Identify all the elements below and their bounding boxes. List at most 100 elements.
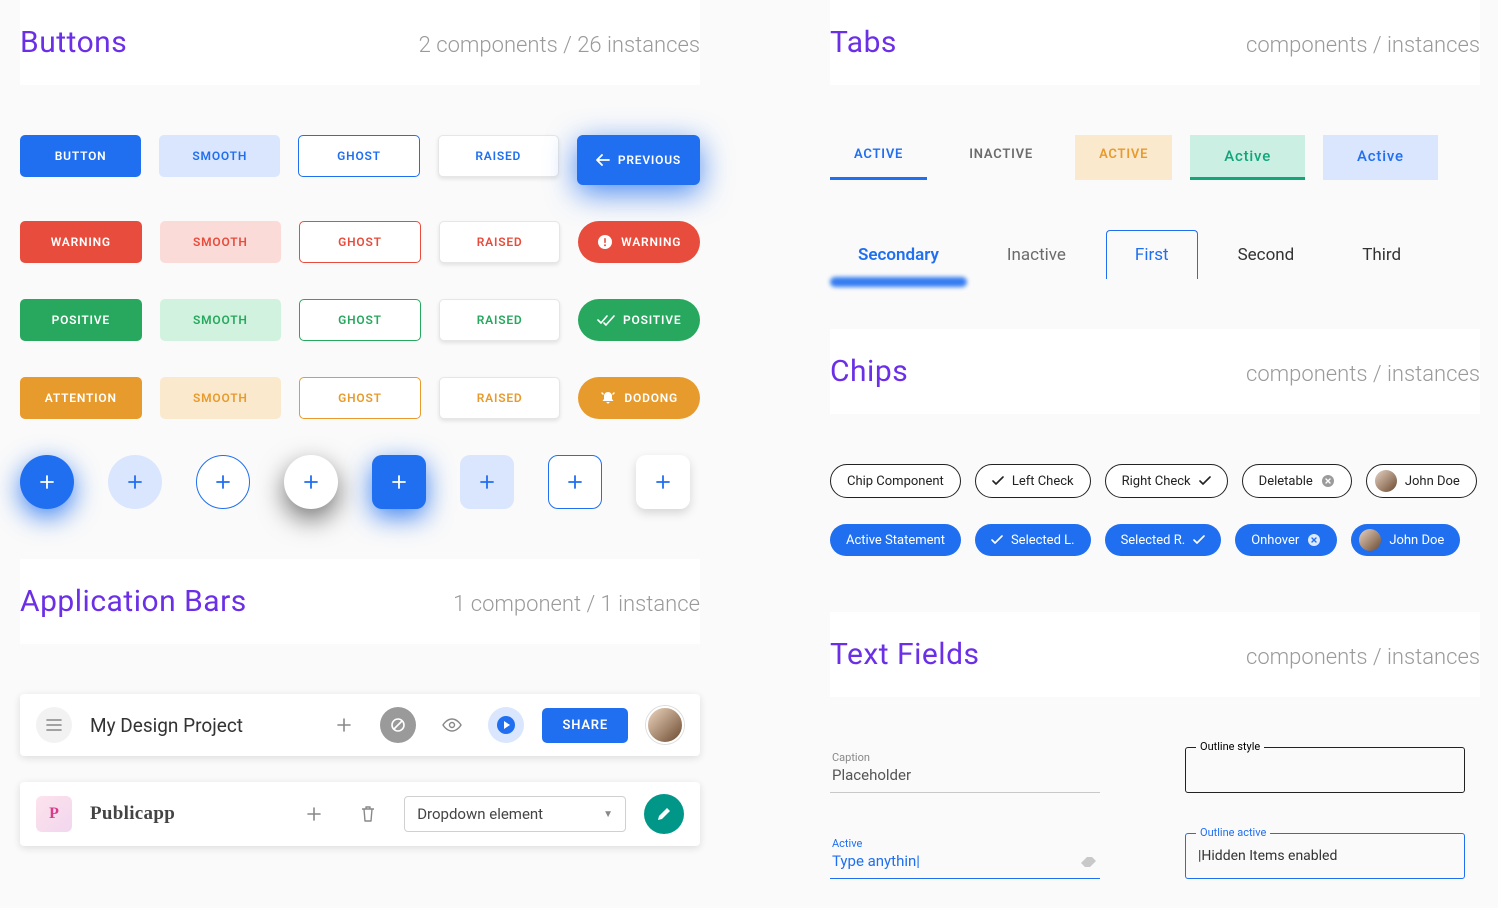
tab-third[interactable]: Third	[1334, 231, 1429, 279]
plus-icon	[126, 473, 144, 491]
textfield-outline[interactable]: Outline style	[1185, 747, 1465, 793]
button-warning-filled[interactable]: WARNING	[20, 221, 142, 263]
close-icon[interactable]	[1307, 533, 1321, 547]
pencil-icon	[656, 806, 672, 822]
button-primary-ghost[interactable]: GHOST	[298, 135, 419, 177]
plus-icon	[302, 473, 320, 491]
chip-right-check[interactable]: Right Check	[1105, 464, 1228, 498]
button-positive-filled[interactable]: POSITIVE	[20, 299, 142, 341]
icon-button-smooth[interactable]	[108, 455, 162, 509]
chip-avatar[interactable]: John Doe	[1366, 464, 1477, 498]
textfield-label: Outline style	[1196, 740, 1264, 753]
chip-component[interactable]: Chip Component	[830, 464, 961, 498]
icon-button-square-outline[interactable]	[548, 455, 602, 509]
visibility-button[interactable]	[434, 707, 470, 743]
tab-yellow-active[interactable]: ACTIVE	[1075, 135, 1172, 180]
share-button[interactable]: SHARE	[542, 708, 628, 743]
icon-button-outline[interactable]	[196, 455, 250, 509]
textfield-active[interactable]: Active Type anythin|	[830, 833, 1100, 879]
avatar[interactable]	[646, 706, 684, 744]
tab-lightblue-active[interactable]: Active	[1323, 135, 1438, 180]
textfield-value: Type anythin|	[832, 852, 1098, 870]
icon-button-square-filled-glow[interactable]	[372, 455, 426, 509]
add-button[interactable]	[326, 707, 362, 743]
eye-icon	[442, 718, 462, 732]
block-button[interactable]	[380, 707, 416, 743]
button-attention-smooth[interactable]: SMOOTH	[160, 377, 282, 419]
button-attention-raised[interactable]: RAISED	[439, 377, 561, 419]
button-warning-badge[interactable]: WARNING	[578, 221, 700, 263]
appbar-title: My Design Project	[90, 714, 308, 737]
close-icon[interactable]	[1321, 474, 1335, 488]
edit-fab[interactable]	[644, 794, 684, 834]
eraser-icon[interactable]	[1080, 856, 1096, 868]
tab-active[interactable]: ACTIVE	[830, 135, 927, 180]
button-warning-ghost[interactable]: GHOST	[299, 221, 421, 263]
menu-button[interactable]	[36, 707, 72, 743]
check-double-icon	[597, 314, 615, 326]
button-positive-badge[interactable]: POSITIVE	[578, 299, 700, 341]
section-header-textfields: Text Fields components / instances	[830, 612, 1480, 697]
tab-secondary[interactable]: Secondary	[830, 231, 967, 279]
icon-button-square-smooth[interactable]	[460, 455, 514, 509]
button-positive-ghost[interactable]: GHOST	[299, 299, 421, 341]
avatar-icon	[1359, 529, 1381, 551]
button-label: POSITIVE	[623, 313, 681, 327]
chip-label: John Doe	[1405, 474, 1460, 489]
button-attention-badge[interactable]: DODONG	[578, 377, 700, 419]
section-title: Chips	[830, 354, 908, 389]
tab-first[interactable]: First	[1106, 230, 1198, 279]
avatar-icon	[1375, 470, 1397, 492]
button-positive-smooth[interactable]: SMOOTH	[160, 299, 282, 341]
delete-button[interactable]	[350, 796, 386, 832]
icon-button-square-raised[interactable]	[636, 455, 690, 509]
dropdown-element[interactable]: Dropdown element ▼	[404, 796, 626, 832]
button-primary-filled[interactable]: BUTTON	[20, 135, 141, 177]
button-primary-raised[interactable]: RAISED	[438, 135, 559, 177]
button-warning-raised[interactable]: RAISED	[439, 221, 561, 263]
chip-selected-left[interactable]: Selected L.	[975, 524, 1091, 556]
button-primary-smooth[interactable]: SMOOTH	[159, 135, 280, 177]
play-button[interactable]	[488, 707, 524, 743]
section-meta: 2 components / 26 instances	[419, 33, 700, 58]
arrow-left-icon	[596, 154, 610, 166]
tab-inactive[interactable]: Inactive	[979, 231, 1094, 279]
add-button[interactable]	[296, 796, 332, 832]
textfield-value: |Hidden Items enabled	[1198, 848, 1452, 864]
appbar-title: Publicapp	[90, 803, 278, 825]
chip-deletable[interactable]: Deletable	[1242, 464, 1352, 498]
chip-onhover[interactable]: Onhover	[1235, 524, 1337, 556]
chip-selected-right[interactable]: Selected R.	[1105, 524, 1222, 556]
chip-active-statement[interactable]: Active Statement	[830, 524, 961, 556]
chip-left-check[interactable]: Left Check	[975, 464, 1091, 498]
tab-inactive[interactable]: INACTIVE	[945, 135, 1057, 180]
plus-icon	[214, 473, 232, 491]
plus-icon	[336, 717, 352, 733]
textfield-caption[interactable]: Caption Placeholder	[830, 747, 1100, 793]
chip-label: Deletable	[1259, 474, 1313, 489]
plus-icon	[566, 473, 584, 491]
textfield-label: Outline active	[1196, 826, 1270, 839]
chip-avatar-filled[interactable]: John Doe	[1351, 524, 1460, 556]
chip-label: Selected L.	[1011, 533, 1075, 548]
textfield-outline-active[interactable]: Outline active |Hidden Items enabled	[1185, 833, 1465, 879]
plus-icon	[38, 473, 56, 491]
textfield-placeholder: Placeholder	[832, 766, 1098, 784]
button-label: PREVIOUS	[618, 153, 681, 167]
chip-label: Left Check	[1012, 474, 1074, 489]
button-previous[interactable]: PREVIOUS	[577, 135, 700, 185]
tab-second[interactable]: Second	[1210, 231, 1323, 279]
tab-teal-active[interactable]: Active	[1190, 135, 1305, 180]
button-positive-raised[interactable]: RAISED	[439, 299, 561, 341]
icon-button-filled-glow[interactable]	[20, 455, 74, 509]
section-header-tabs: Tabs components / instances	[830, 0, 1480, 85]
bell-icon	[600, 390, 616, 406]
button-attention-ghost[interactable]: GHOST	[299, 377, 421, 419]
chip-label: John Doe	[1389, 533, 1444, 548]
section-meta: components / instances	[1246, 362, 1480, 387]
button-warning-smooth[interactable]: SMOOTH	[160, 221, 282, 263]
icon-button-raised[interactable]	[284, 455, 338, 509]
check-icon	[1199, 476, 1211, 486]
button-attention-filled[interactable]: ATTENTION	[20, 377, 142, 419]
check-icon	[992, 476, 1004, 486]
